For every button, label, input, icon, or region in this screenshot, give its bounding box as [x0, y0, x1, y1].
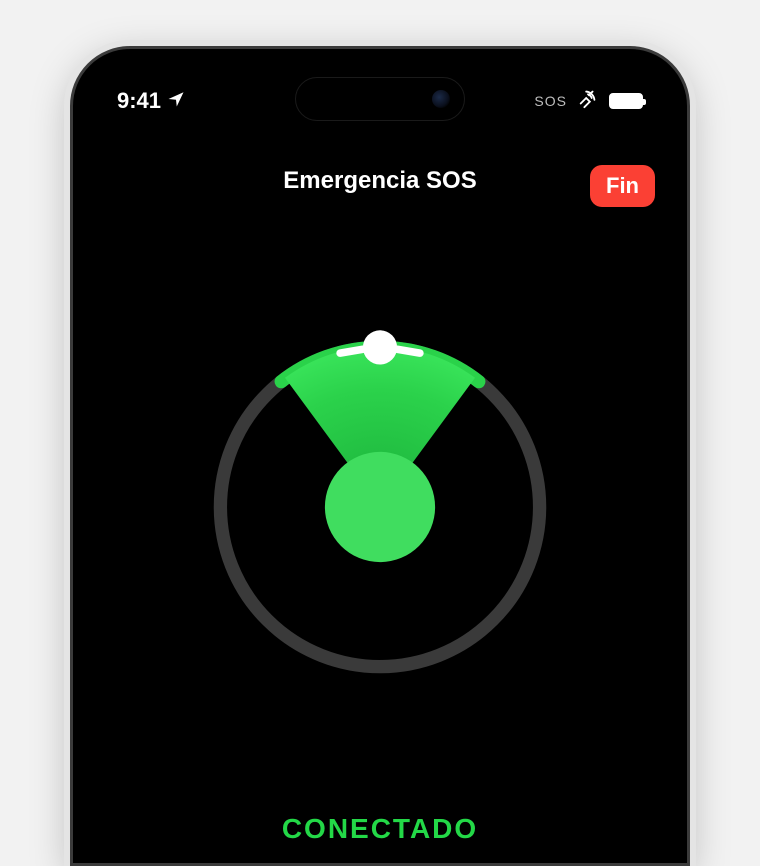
end-button[interactable]: Fin	[590, 165, 655, 207]
status-time: 9:41	[117, 88, 161, 114]
satellite-pointer[interactable]	[190, 317, 570, 697]
status-left: 9:41	[117, 88, 185, 114]
battery-icon	[609, 93, 643, 109]
connection-status: CONECTADO	[81, 813, 679, 845]
location-arrow-icon	[167, 88, 185, 114]
satellite-icon	[577, 87, 599, 115]
page-title: Emergencia SOS	[283, 167, 476, 195]
status-sos-label: SOS	[534, 93, 567, 109]
phone-frame: 9:41 SOS Emergencia SOS	[70, 46, 690, 866]
dynamic-island	[295, 77, 465, 121]
phone-screen: 9:41 SOS Emergencia SOS	[81, 57, 679, 855]
header-row: Emergencia SOS Fin	[81, 167, 679, 195]
front-camera-icon	[432, 90, 450, 108]
status-right: SOS	[534, 87, 643, 115]
